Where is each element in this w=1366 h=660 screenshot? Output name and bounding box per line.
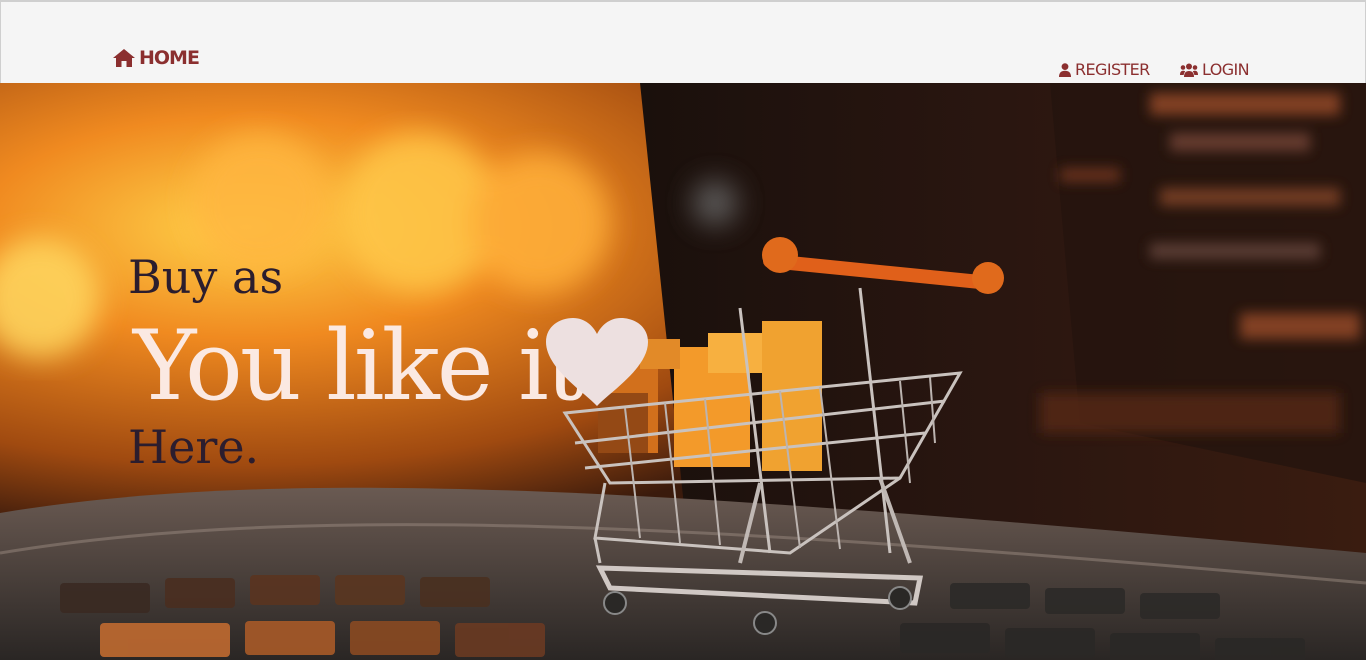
tagline-line-2: You like it [133, 310, 584, 422]
heart-icon [546, 318, 648, 406]
users-icon [1180, 63, 1198, 77]
nav-home-link[interactable]: HOME [113, 47, 200, 69]
navbar: HOME REGISTER LOGIN [0, 0, 1366, 83]
user-icon [1059, 62, 1071, 77]
tagline-line-3: Here. [128, 420, 260, 474]
nav-login-label: LOGIN [1202, 60, 1250, 79]
nav-home-label: HOME [139, 47, 200, 69]
nav-register-link[interactable]: REGISTER [1059, 60, 1150, 79]
nav-register-label: REGISTER [1075, 60, 1150, 79]
tagline-line-1: Buy as [128, 250, 284, 304]
home-icon [113, 49, 135, 67]
nav-login-link[interactable]: LOGIN [1180, 60, 1250, 79]
